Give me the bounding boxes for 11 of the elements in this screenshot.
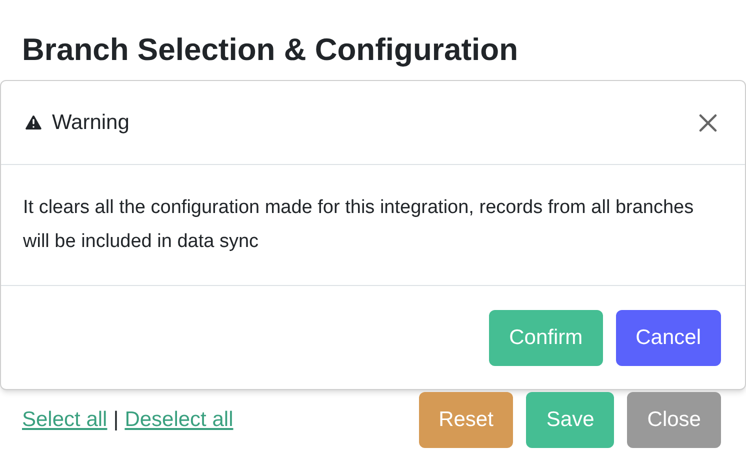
dialog-title: Warning (52, 110, 130, 136)
close-button[interactable]: Close (627, 392, 721, 448)
dialog-message: It clears all the configuration made for this integration, records from all branches will be included in data sync (23, 196, 695, 254)
link-separator: | (113, 407, 119, 434)
save-button[interactable]: Save (526, 392, 614, 448)
cancel-button[interactable]: Cancel (616, 310, 721, 366)
deselect-all-link[interactable]: Deselect all (124, 404, 234, 436)
reset-button[interactable]: Reset (418, 392, 514, 448)
page-title: Branch Selection & Configuration (22, 31, 520, 69)
confirm-button[interactable]: Confirm (489, 310, 603, 366)
select-all-link[interactable]: Select all (22, 404, 108, 436)
